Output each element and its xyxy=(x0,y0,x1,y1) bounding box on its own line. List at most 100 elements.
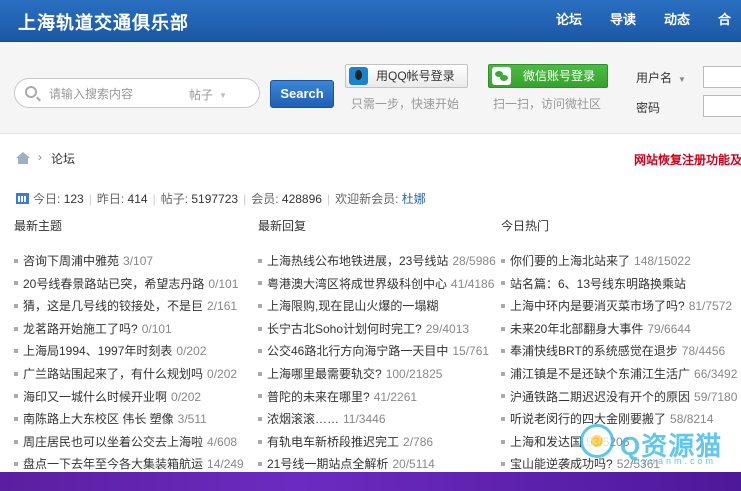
topic-link[interactable]: 猜，这是几号线的铰接处，不是巨 xyxy=(23,299,203,313)
reply-view-count: 59/7180 xyxy=(694,389,738,404)
bullet-icon xyxy=(501,394,505,399)
list-item: 海印又一城什么时候开业啊 0/202 xyxy=(14,386,259,409)
topic-link[interactable]: 上海限购,现在昆山火爆的一塌糊 xyxy=(267,299,438,313)
list-item: 长宁古北Soho计划何时完工? 29/4013 xyxy=(258,318,503,341)
reply-view-count: 66/3492 xyxy=(694,366,738,381)
bullet-icon xyxy=(14,281,18,286)
topic-link[interactable]: 21号线一期站点全解析 xyxy=(267,457,388,471)
topic-link[interactable]: 沪通铁路二期迟迟没有开个的原因 xyxy=(510,390,690,404)
search-input[interactable] xyxy=(49,85,179,103)
reply-view-count: 0/101 xyxy=(141,321,172,336)
list-item: 奉浦快线BRT的系统感觉在退步 78/4456 xyxy=(501,340,741,363)
topic-link[interactable]: 上海热线公布地铁进展，23号线站 xyxy=(267,254,448,268)
bullet-icon xyxy=(501,462,505,467)
bullet-icon xyxy=(501,371,505,376)
bullet-icon xyxy=(258,416,262,421)
nav-forum[interactable]: 论坛 xyxy=(556,0,582,42)
topic-link[interactable]: 奉浦快线BRT的系统感觉在退步 xyxy=(510,344,678,358)
bullet-icon xyxy=(501,439,505,444)
wechat-login-button[interactable]: 微信账号登录 xyxy=(488,64,608,88)
topic-link[interactable]: 未来20年北部翻身大事件 xyxy=(510,322,643,336)
list-item: 有轨电车新桥段推迟完工 2/786 xyxy=(258,431,503,454)
list-item: 广兰路站围起来了，有什么规划吗 0/202 xyxy=(14,363,259,386)
list-item: 浓烟滚滚…… 11/3446 xyxy=(258,408,503,431)
list-item: 周庄居民也可以坐着公交去上海啦 4/608 xyxy=(14,431,259,454)
list-item: 上海限购,现在昆山火爆的一塌糊 xyxy=(258,295,503,318)
list-item: 20号线春景路站已突，希望志丹路 0/101 xyxy=(14,273,259,296)
bullet-icon xyxy=(501,258,505,263)
reply-view-count: 28/5986 xyxy=(452,254,496,268)
topic-link[interactable]: 上海哪里最需要轨交? xyxy=(267,367,382,381)
topic-link[interactable]: 浦江镇是不是还缺个东浦江生活广 xyxy=(510,367,690,381)
home-icon[interactable] xyxy=(16,152,30,164)
search-button[interactable]: Search xyxy=(270,80,334,108)
bullet-icon xyxy=(258,371,262,376)
bullet-icon xyxy=(14,326,18,331)
column-title: 最新回复 xyxy=(258,219,307,233)
column-title: 最新主题 xyxy=(14,219,63,233)
username-type-select[interactable]: 用户名 ▼ xyxy=(636,69,686,86)
topic-link[interactable]: 海印又一城什么时候开业啊 xyxy=(23,390,167,404)
reply-view-count: 148/15022 xyxy=(634,254,691,268)
topic-link[interactable]: 周庄居民也可以坐着公交去上海啦 xyxy=(23,435,203,449)
today-label: 今日: xyxy=(33,192,61,206)
list-item: 未来20年北部翻身大事件 79/6644 xyxy=(501,318,741,341)
topic-link[interactable]: 长宁古北Soho计划何时完工? xyxy=(267,322,422,336)
reply-view-count: 0/101 xyxy=(208,276,239,291)
bullet-icon xyxy=(501,349,505,354)
bullet-icon xyxy=(258,349,262,354)
topic-link[interactable]: 有轨电车新桥段推迟完工 xyxy=(267,435,399,449)
bullet-icon xyxy=(258,281,262,286)
reply-view-count: 14/249 xyxy=(207,457,244,472)
topic-link[interactable]: 广兰路站围起来了，有什么规划吗 xyxy=(23,367,203,381)
wechat-icon xyxy=(492,67,511,85)
username-label: 用户名 xyxy=(636,71,673,85)
search-box: 帖子 ▼ xyxy=(14,78,260,108)
site-logo[interactable]: 上海轨道交通俱乐部 xyxy=(18,9,189,35)
reply-view-count: 11/3446 xyxy=(343,412,386,427)
reply-view-count: 3/107 xyxy=(123,254,154,268)
username-field[interactable] xyxy=(703,66,741,88)
topic-link[interactable]: 粤港澳大湾区将成世界级科创中心 xyxy=(267,277,447,291)
topic-link[interactable]: 上海中环内是要消灭菜市场了吗? xyxy=(510,299,685,313)
bullet-icon xyxy=(501,304,505,309)
topic-link[interactable]: 浓烟滚滚…… xyxy=(267,412,339,426)
bullet-icon xyxy=(258,394,262,399)
posts-label: 帖子: xyxy=(160,192,189,206)
column-title: 今日热门 xyxy=(501,219,550,233)
topic-link[interactable]: 站名篇：6、13号线东明路换乘站 xyxy=(510,277,686,291)
nav-activity[interactable]: 动态 xyxy=(664,0,690,42)
new-member-link[interactable]: 杜娜 xyxy=(402,192,426,206)
bullet-icon xyxy=(14,304,18,309)
topic-link[interactable]: 上海局1994、1997年时刻表 xyxy=(23,344,172,358)
topic-link[interactable]: 龙茗路开始施工了吗? xyxy=(23,322,138,336)
top-header: 上海轨道交通俱乐部 论坛 导读 动态 合 xyxy=(0,0,741,42)
reply-view-count: 100/21825 xyxy=(385,366,443,381)
topic-link[interactable]: 公交46路北行方向海宁路一天目中 xyxy=(267,344,448,358)
reply-view-count: 29/4013 xyxy=(425,321,470,336)
chevron-down-icon: ▼ xyxy=(219,91,227,101)
qq-login-button[interactable]: 用QQ帐号登录 xyxy=(345,64,468,88)
breadcrumb-current[interactable]: 论坛 xyxy=(51,150,75,167)
site-notice[interactable]: 网站恢复注册功能及 xyxy=(634,151,741,168)
topic-link[interactable]: 南陈路上大东校区 伟长 塑像 xyxy=(23,412,174,426)
topic-link[interactable]: 你们要的上海北站来了 xyxy=(510,254,630,268)
topic-link[interactable]: 盘点一下去年至今各大集装箱航运 xyxy=(23,457,203,471)
topic-link[interactable]: 咨询下周浦中雅苑 xyxy=(23,254,119,268)
reply-view-count: 0/202 xyxy=(171,389,202,404)
password-field[interactable] xyxy=(703,95,741,117)
bullet-icon xyxy=(14,394,18,399)
search-type-select[interactable]: 帖子 ▼ xyxy=(189,86,227,103)
reply-view-count: 79/6644 xyxy=(647,321,691,336)
reply-view-count: 2/161 xyxy=(207,299,238,314)
topic-link[interactable]: 普陀的未来在哪里? xyxy=(267,390,370,404)
topic-link[interactable]: 20号线春景路站已突，希望志丹路 xyxy=(23,277,204,291)
nav-guide[interactable]: 导读 xyxy=(610,0,636,42)
yesterday-count: 414 xyxy=(127,192,148,206)
yesterday-label: 昨日: xyxy=(96,192,125,206)
toolbar: 帖子 ▼ Search 用QQ帐号登录 只需一步，快速开始 微信账号登录 扫一扫，… xyxy=(0,42,741,134)
bullet-icon xyxy=(258,439,262,444)
reply-view-count: 15/761 xyxy=(452,344,490,359)
list-item: 浦江镇是不是还缺个东浦江生活广 66/3492 xyxy=(501,363,741,386)
nav-more[interactable]: 合 xyxy=(718,0,731,42)
